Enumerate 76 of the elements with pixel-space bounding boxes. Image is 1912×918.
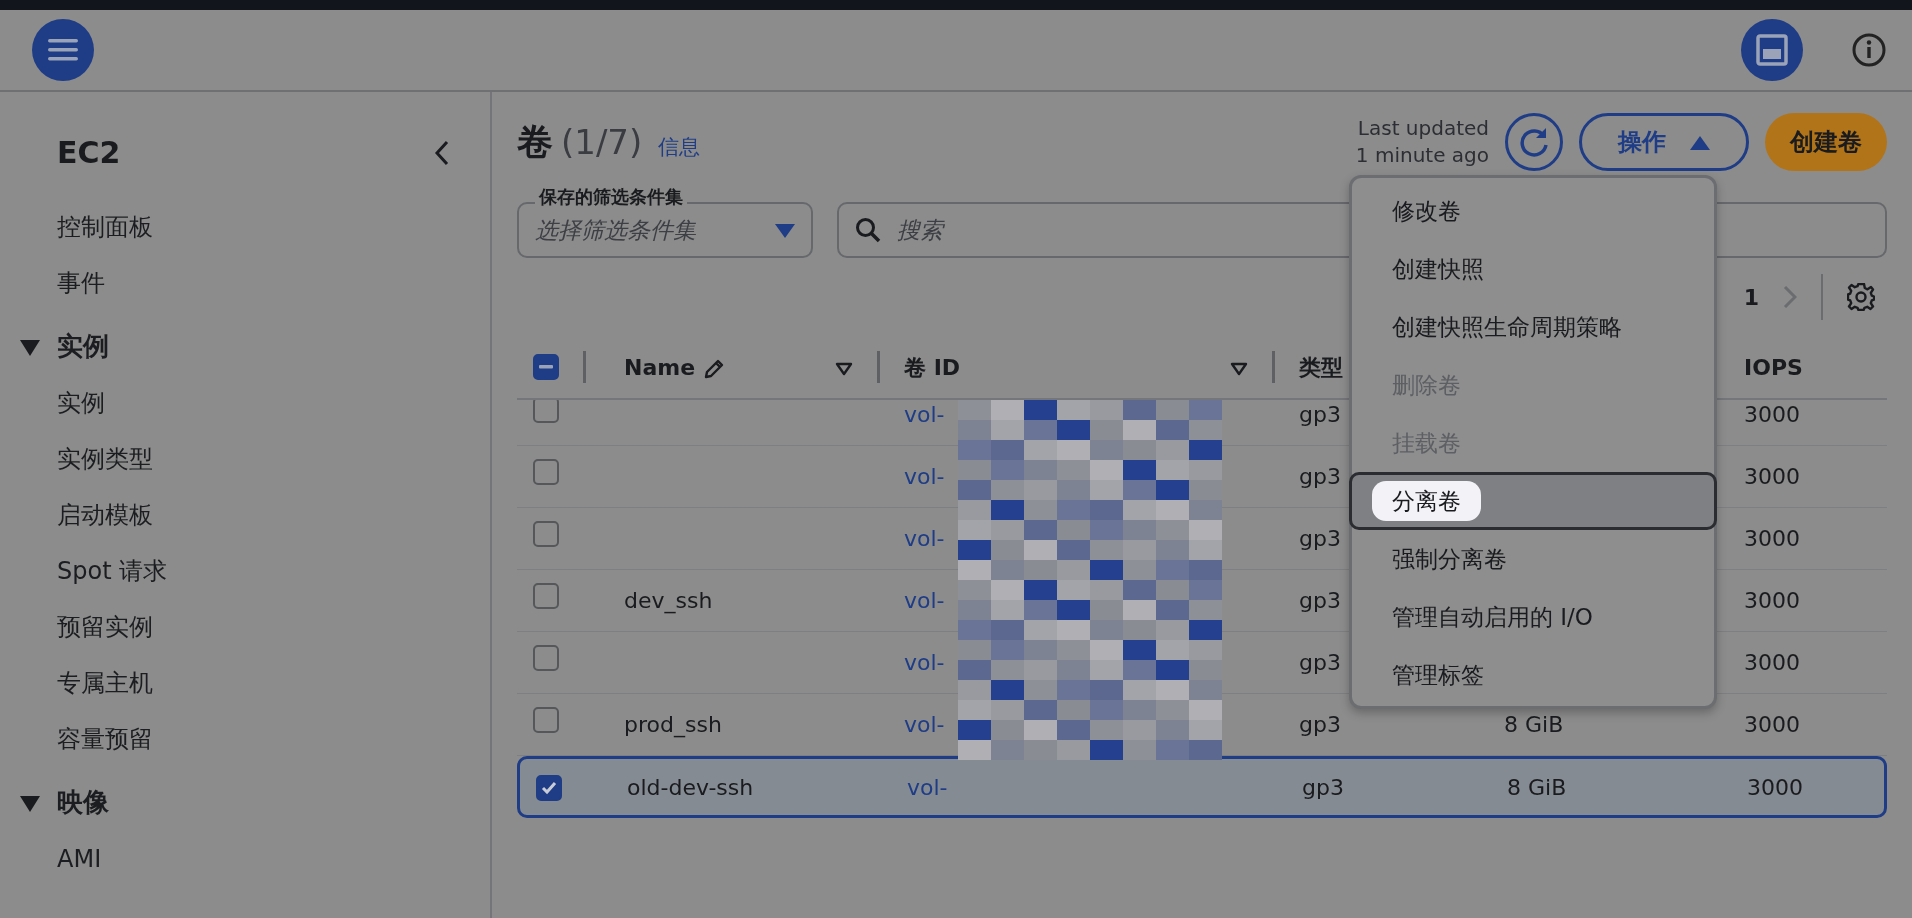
column-header[interactable]: IOPS (1744, 354, 1803, 380)
volume-id-link[interactable]: vol- (904, 650, 945, 675)
menu-item[interactable]: 强制分离卷 (1349, 530, 1717, 588)
table-cell: dev_ssh (624, 588, 713, 613)
table-cell: 3000 (1744, 650, 1800, 675)
volume-id-link[interactable]: vol- (904, 464, 945, 489)
sidebar-section[interactable]: 映像 (57, 787, 109, 819)
sidebar-link[interactable]: Spot 请求 (57, 556, 168, 586)
table-cell: prod_ssh (624, 712, 722, 737)
info-link[interactable]: 信息 (658, 132, 701, 164)
row-checkbox[interactable] (533, 645, 559, 671)
row-checkbox[interactable] (533, 521, 559, 547)
panel-icon[interactable] (1756, 34, 1788, 66)
menu-item[interactable]: 创建快照 (1349, 240, 1717, 298)
volume-id-link[interactable]: vol- (904, 526, 945, 551)
table-cell: gp3 (1299, 650, 1341, 675)
row-checkbox[interactable] (536, 774, 562, 801)
sidebar-link[interactable]: 专属主机 (57, 668, 153, 698)
table-cell: gp3 (1299, 464, 1341, 489)
table-cell: gp3 (1299, 402, 1341, 427)
column-header[interactable]: Name (624, 350, 696, 384)
menu-item[interactable]: 分离卷 (1349, 472, 1717, 530)
page-title: 卷 (517, 120, 553, 164)
sidebar-title: EC2 (57, 134, 121, 172)
actions-button[interactable]: 操作 (1579, 113, 1749, 171)
sidebar-link[interactable]: 实例类型 (57, 444, 153, 474)
minus-icon[interactable] (539, 365, 553, 369)
sidebar-link[interactable]: 事件 (57, 268, 105, 298)
selected-row[interactable]: old-dev-ssh vol- gp3 8 GiB 3000 (517, 756, 1887, 818)
search-icon (855, 217, 881, 243)
table-cell: 3000 (1744, 464, 1800, 489)
page-number[interactable]: 1 (1743, 280, 1759, 314)
settings-icon[interactable] (1847, 283, 1875, 311)
sidebar-link[interactable]: AMI (57, 844, 102, 874)
table-cell: 8 GiB (1504, 712, 1564, 737)
last-updated-text: Last updated 1 minute ago (1354, 115, 1489, 169)
sidebar-link[interactable]: 控制面板 (57, 212, 153, 242)
refresh-button[interactable] (1505, 113, 1563, 171)
field-label: 保存的筛选条件集 (535, 186, 687, 208)
create-volume-button[interactable]: 创建卷 (1765, 113, 1887, 171)
collapse-icon[interactable] (434, 139, 450, 166)
sidebar-link[interactable]: 容量预留 (57, 724, 153, 754)
volume-id-link[interactable]: vol- (904, 402, 945, 427)
info-icon[interactable] (1851, 32, 1887, 68)
volume-id-link[interactable]: vol- (904, 588, 945, 613)
table-cell: 3000 (1744, 712, 1800, 737)
sidebar-section[interactable]: 实例 (57, 331, 109, 363)
table-cell: 3000 (1747, 774, 1803, 800)
sidebar-link[interactable]: 启动模板 (57, 500, 153, 530)
menu-item[interactable]: 修改卷 (1349, 182, 1717, 240)
menu-item[interactable]: 创建快照生命周期策略 (1349, 298, 1717, 356)
table-cell: 3000 (1744, 402, 1800, 427)
row-checkbox[interactable] (533, 583, 559, 609)
row-checkbox[interactable] (533, 459, 559, 485)
table-cell: 3000 (1744, 588, 1800, 613)
table-cell: gp3 (1299, 526, 1341, 551)
check-icon[interactable] (541, 780, 557, 795)
table-cell: gp3 (1302, 774, 1344, 800)
row-checkbox[interactable] (533, 707, 559, 733)
sidebar-link[interactable]: 实例 (57, 388, 105, 418)
table-cell: gp3 (1299, 588, 1341, 613)
sidebar-link[interactable]: 预留实例 (57, 612, 153, 642)
row-checkbox[interactable] (533, 400, 559, 423)
volume-id-link[interactable]: vol- (904, 712, 945, 737)
menu-item[interactable]: 管理自动启用的 I/O (1349, 588, 1717, 646)
volume-id-link[interactable]: vol- (907, 774, 948, 800)
column-header[interactable]: 卷 ID (904, 350, 961, 384)
column-header[interactable]: 类型 (1299, 350, 1343, 384)
menu-icon[interactable] (48, 38, 78, 62)
select-all-checkbox[interactable] (533, 354, 559, 380)
table-cell: old-dev-ssh (627, 774, 754, 800)
table-cell: gp3 (1299, 712, 1341, 737)
menu-item[interactable]: 管理标签 (1349, 646, 1717, 704)
table-cell: 8 GiB (1507, 774, 1567, 800)
item-count: (1/7) (561, 121, 643, 164)
table-cell: 3000 (1744, 526, 1800, 551)
